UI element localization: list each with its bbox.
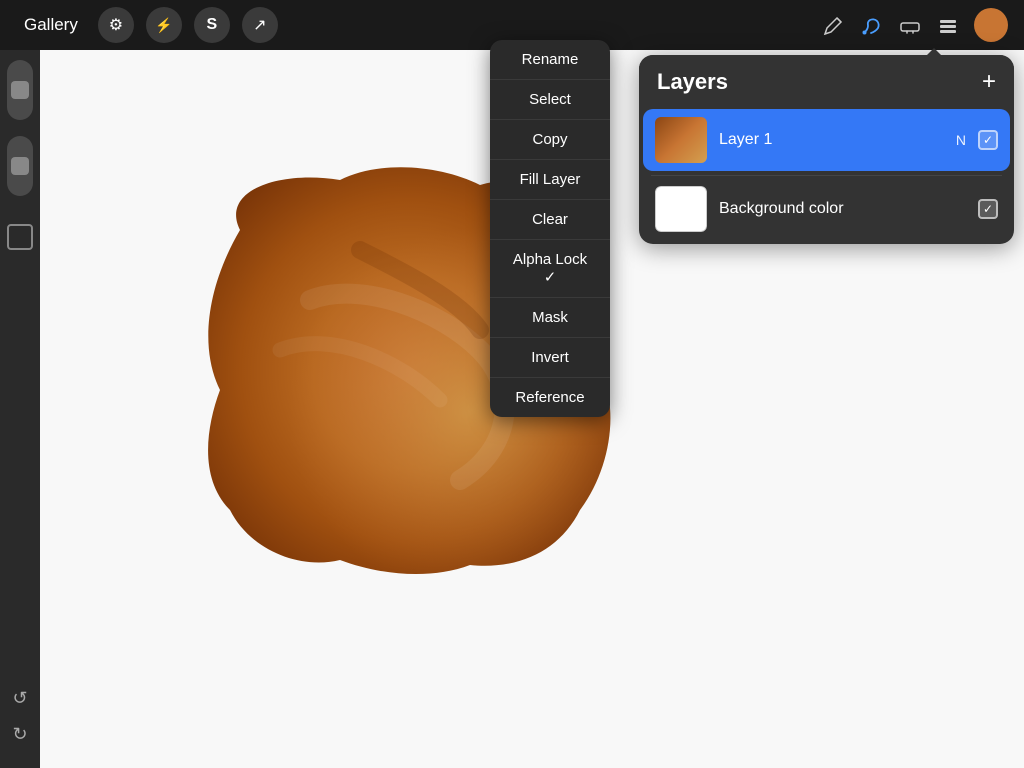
left-sidebar: ↺ ↻ — [0, 50, 40, 768]
undo-button[interactable]: ↺ — [6, 684, 34, 712]
layer-visibility-background[interactable] — [978, 199, 998, 219]
add-layer-button[interactable]: + — [982, 70, 996, 94]
gallery-button[interactable]: Gallery — [16, 11, 86, 39]
layer-row-layer1[interactable]: Layer 1 N — [643, 109, 1010, 171]
redo-icon: ↻ — [12, 724, 27, 745]
undo-icon: ↺ — [12, 688, 27, 709]
eraser-tool-button[interactable] — [898, 13, 922, 37]
brush-tool-button[interactable] — [860, 13, 884, 37]
layers-panel-caret — [924, 48, 944, 58]
context-menu-alpha-lock[interactable]: Alpha Lock — [490, 240, 610, 298]
adjustments-button[interactable]: ⚡ — [146, 7, 182, 43]
pen-tool-button[interactable] — [822, 13, 846, 37]
layer-name-layer1: Layer 1 — [719, 131, 944, 149]
transform-button[interactable]: ↗ — [242, 7, 278, 43]
settings-icon: ⚙ — [109, 15, 123, 35]
context-menu-clear[interactable]: Clear — [490, 200, 610, 240]
opacity-slider[interactable] — [7, 136, 33, 196]
layer-thumb-paint — [655, 117, 707, 163]
layer-name-background: Background color — [719, 200, 966, 218]
color-picker-button[interactable] — [7, 224, 33, 250]
sidebar-bottom: ↺ ↻ — [6, 684, 34, 758]
layer-mode-layer1: N — [956, 132, 966, 148]
brush-size-handle — [11, 81, 29, 99]
layers-header: Layers + — [639, 55, 1014, 109]
context-menu-select[interactable]: Select — [490, 80, 610, 120]
context-menu-copy[interactable]: Copy — [490, 120, 610, 160]
layer-thumbnail-background — [655, 186, 707, 232]
layer-visibility-layer1[interactable] — [978, 130, 998, 150]
context-menu-invert[interactable]: Invert — [490, 338, 610, 378]
opacity-handle — [11, 157, 29, 175]
context-menu-reference[interactable]: Reference — [490, 378, 610, 417]
smudge-icon: S — [207, 16, 218, 34]
toolbar-right — [822, 8, 1008, 42]
adjustments-icon: ⚡ — [155, 17, 172, 34]
user-avatar[interactable] — [974, 8, 1008, 42]
context-menu: Rename Select Copy Fill Layer Clear Alph… — [490, 40, 610, 417]
layers-panel: Layers + Layer 1 N Background color — [639, 55, 1014, 244]
layer-thumb-white — [655, 186, 707, 232]
transform-icon: ↗ — [253, 15, 266, 35]
smudge-button[interactable]: S — [194, 7, 230, 43]
context-menu-mask[interactable]: Mask — [490, 298, 610, 338]
layer-thumbnail-layer1 — [655, 117, 707, 163]
redo-button[interactable]: ↻ — [6, 720, 34, 748]
layers-title: Layers — [657, 69, 728, 95]
layer-row-background[interactable]: Background color — [643, 176, 1010, 242]
context-menu-rename[interactable]: Rename — [490, 40, 610, 80]
toolbar-left: Gallery ⚙ ⚡ S ↗ — [16, 7, 278, 43]
context-menu-fill-layer[interactable]: Fill Layer — [490, 160, 610, 200]
settings-button[interactable]: ⚙ — [98, 7, 134, 43]
layers-panel-button[interactable] — [936, 13, 960, 37]
brush-size-slider[interactable] — [7, 60, 33, 120]
